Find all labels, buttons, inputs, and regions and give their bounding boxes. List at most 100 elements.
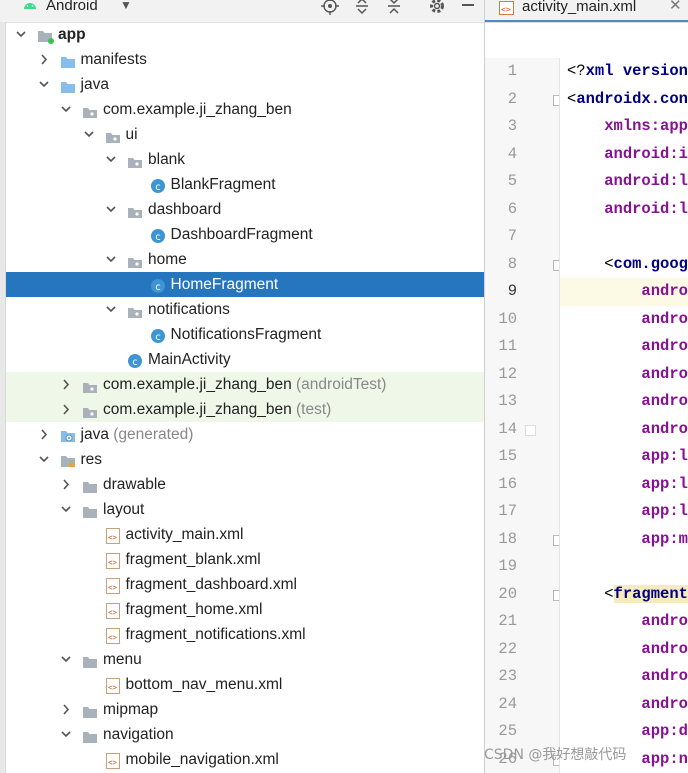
tree-item[interactable]: <> fragment_blank.xml [6, 547, 484, 572]
chevron-right-icon[interactable] [37, 422, 51, 447]
tree-item[interactable]: c BlankFragment [6, 172, 484, 197]
chevron-down-icon[interactable] [82, 122, 96, 147]
tree-item[interactable]: <> fragment_notifications.xml [6, 622, 484, 647]
xml-file-icon: <> [105, 627, 121, 644]
chevron-down-icon[interactable] [104, 147, 118, 172]
tree-item[interactable]: com.example.ji_zhang_ben [6, 97, 484, 122]
chevron-down-icon[interactable] [59, 722, 73, 747]
chevron-down-icon[interactable] [104, 297, 118, 322]
code-line[interactable]: app:l [560, 498, 688, 526]
code-line[interactable]: android:i [560, 141, 688, 169]
tree-item-name: navigation [103, 726, 174, 743]
code-line[interactable]: app:m [560, 526, 688, 554]
tree-item[interactable]: home [6, 247, 484, 272]
line-number: 16 [498, 474, 517, 493]
tree-item[interactable]: java [6, 72, 484, 97]
chevron-down-icon[interactable] [104, 247, 118, 272]
chevron-down-icon[interactable] [14, 22, 28, 47]
line-number: 10 [498, 309, 517, 328]
chevron-down-icon[interactable] [59, 647, 73, 672]
chevron-right-icon[interactable] [59, 472, 73, 497]
code-line[interactable]: andro [560, 416, 688, 444]
tree-item[interactable]: <> activity_main.xml [6, 522, 484, 547]
tree-item[interactable]: java (generated) [6, 422, 484, 447]
chevron-down-icon[interactable] [59, 497, 73, 522]
chevron-right-icon[interactable] [59, 697, 73, 722]
close-icon[interactable]: ✕ [669, 0, 682, 14]
tree-item[interactable]: res [6, 447, 484, 472]
collapse-all-icon[interactable] [386, 0, 402, 14]
folder-icon [82, 652, 98, 668]
tree-item[interactable]: blank [6, 147, 484, 172]
code-line[interactable]: <fragment [560, 581, 688, 609]
tree-item[interactable]: layout [6, 497, 484, 522]
code-line[interactable]: andro [560, 361, 688, 389]
code-line[interactable]: andro [560, 608, 688, 636]
tree-item[interactable]: <> mobile_navigation.xml [6, 747, 484, 772]
tree-item[interactable]: <> fragment_home.xml [6, 597, 484, 622]
code-line[interactable] [560, 553, 567, 581]
tree-item-label: java (generated) [81, 422, 194, 447]
tree-item[interactable]: navigation [6, 722, 484, 747]
tree-item[interactable]: c NotificationsFragment [6, 322, 484, 347]
code-line[interactable]: andro [560, 333, 688, 361]
xml-file-icon: <> [105, 677, 121, 694]
tree-item[interactable]: <> fragment_dashboard.xml [6, 572, 484, 597]
code-line[interactable]: andro [560, 691, 688, 719]
code-line[interactable] [560, 223, 567, 251]
code-line[interactable]: app:l [560, 443, 688, 471]
line-number: 25 [498, 722, 517, 740]
hide-icon[interactable] [460, 0, 476, 15]
code-line[interactable]: app:l [560, 471, 688, 499]
tree-item[interactable]: drawable [6, 472, 484, 497]
code-line[interactable]: android:l [560, 196, 688, 224]
chevron-down-icon[interactable] [37, 72, 51, 97]
code-line[interactable]: <androidx.con [560, 86, 688, 114]
code-line[interactable]: xmlns:app [560, 113, 688, 141]
line-number: 8 [507, 254, 517, 273]
project-view-selector[interactable]: Android [46, 0, 98, 14]
code-line[interactable]: android:l [560, 168, 688, 196]
tree-item[interactable]: c DashboardFragment [6, 222, 484, 247]
tree-item[interactable]: <> bottom_nav_menu.xml [6, 672, 484, 697]
tree-item[interactable]: mipmap [6, 697, 484, 722]
tree-item[interactable]: com.example.ji_zhang_ben (test) [6, 397, 484, 422]
tab-activity-main[interactable]: <> activity_main.xml ✕ [485, 0, 688, 22]
chevron-down-icon[interactable] [37, 447, 51, 472]
code-line[interactable]: <?xml version [560, 58, 688, 86]
tree-item-name: mipmap [103, 701, 159, 718]
chevron-right-icon[interactable] [59, 372, 73, 397]
tree-item[interactable]: notifications [6, 297, 484, 322]
chevron-right-icon[interactable] [37, 47, 51, 72]
tree-item[interactable]: c MainActivity [6, 347, 484, 372]
chevron-down-icon[interactable] [104, 197, 118, 222]
chevron-right-icon[interactable] [59, 397, 73, 422]
code-line[interactable]: andro [560, 636, 688, 664]
tree-item-name: fragment_dashboard.xml [125, 576, 297, 593]
chevron-down-icon[interactable] [59, 97, 73, 122]
android-icon [22, 0, 38, 14]
code-line[interactable]: andro [560, 388, 688, 416]
code-line[interactable]: app:d [560, 718, 688, 746]
bookmark-marker-icon[interactable] [525, 424, 536, 436]
code-line[interactable]: andro [560, 663, 688, 691]
locate-icon[interactable] [321, 0, 339, 15]
tree-item[interactable]: ui [6, 122, 484, 147]
gear-icon[interactable] [428, 0, 446, 13]
tree-item[interactable]: dashboard [6, 197, 484, 222]
expand-all-icon[interactable] [354, 0, 370, 15]
tree-item[interactable]: c HomeFragment [6, 272, 484, 297]
code-line[interactable]: andro [560, 306, 688, 334]
line-number: 2 [507, 89, 517, 108]
code-line[interactable]: andro [560, 278, 688, 306]
tree-item[interactable]: manifests [6, 47, 484, 72]
line-number: 5 [507, 172, 517, 190]
code-line[interactable]: <com.goog [560, 251, 688, 279]
tree-item[interactable]: com.example.ji_zhang_ben (androidTest) [6, 372, 484, 397]
tree-item-suffix: (androidTest) [291, 376, 387, 393]
code-area[interactable]: <?xml version <androidx.con xmlns:app and… [559, 58, 688, 773]
tree-item[interactable]: app [6, 22, 484, 47]
chevron-down-icon[interactable]: ▼ [120, 0, 132, 13]
tree-item[interactable]: menu [6, 647, 484, 672]
